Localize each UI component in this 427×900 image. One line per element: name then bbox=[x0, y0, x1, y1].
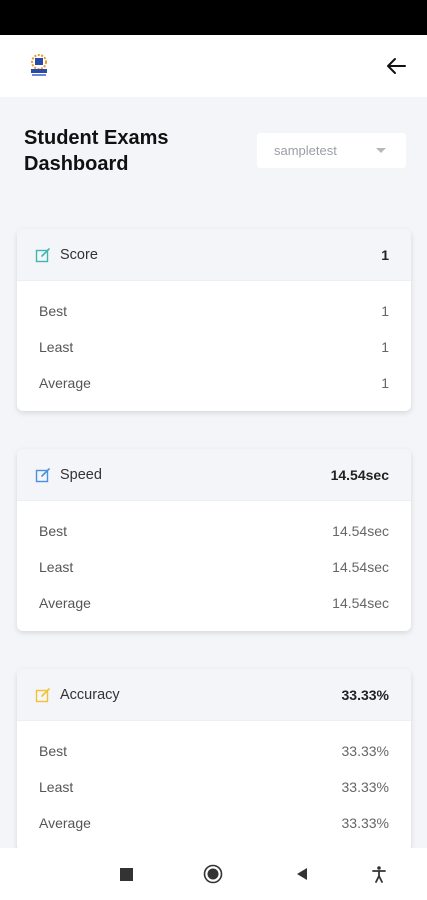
back-triangle-icon bbox=[297, 868, 307, 880]
stat-value: 1 bbox=[381, 339, 389, 355]
speed-card: Speed 14.54sec Best 14.54sec Least 14.54… bbox=[17, 449, 411, 631]
stat-value: 14.54sec bbox=[332, 559, 389, 575]
accessibility-icon bbox=[372, 866, 386, 883]
stat-row-average: Average 14.54sec bbox=[39, 585, 389, 621]
card-title: Accuracy bbox=[60, 686, 120, 703]
edit-icon bbox=[35, 247, 51, 263]
card-total: 14.54sec bbox=[330, 466, 389, 483]
stat-label: Best bbox=[39, 743, 68, 759]
score-card: Score 1 Best 1 Least 1 Average 1 bbox=[17, 229, 411, 411]
circle-icon bbox=[203, 864, 223, 884]
title-row: Student Exams Dashboard sampletest bbox=[24, 125, 406, 177]
card-header: Accuracy 33.33% bbox=[17, 669, 411, 721]
edit-icon bbox=[35, 467, 51, 483]
stat-value: 1 bbox=[381, 303, 389, 319]
card-total: 33.33% bbox=[341, 686, 389, 703]
stat-label: Average bbox=[39, 375, 91, 391]
card-header: Score 1 bbox=[17, 229, 411, 281]
stat-value: 33.33% bbox=[341, 815, 389, 831]
stat-label: Least bbox=[39, 779, 74, 795]
stat-value: 14.54sec bbox=[332, 595, 389, 611]
chevron-down-icon bbox=[376, 148, 386, 153]
stat-row-least: Least 33.33% bbox=[39, 769, 389, 805]
stat-row-best: Best 1 bbox=[39, 293, 389, 329]
card-header: Speed 14.54sec bbox=[17, 449, 411, 501]
status-bar bbox=[0, 0, 427, 35]
stat-row-average: Average 33.33% bbox=[39, 805, 389, 841]
stat-row-best: Best 33.33% bbox=[39, 733, 389, 769]
school-logo bbox=[24, 51, 54, 81]
arrow-left-icon bbox=[387, 58, 406, 74]
back-nav-button[interactable] bbox=[292, 864, 312, 884]
stat-label: Best bbox=[39, 303, 68, 319]
edit-icon bbox=[35, 687, 51, 703]
square-icon bbox=[119, 867, 133, 881]
stat-label: Least bbox=[39, 559, 74, 575]
card-title: Speed bbox=[60, 466, 102, 483]
app-header bbox=[0, 35, 427, 97]
stat-row-best: Best 14.54sec bbox=[39, 513, 389, 549]
back-arrow-button[interactable] bbox=[383, 53, 409, 79]
accessibility-button[interactable] bbox=[368, 863, 390, 885]
stat-row-least: Least 14.54sec bbox=[39, 549, 389, 585]
stat-label: Average bbox=[39, 815, 91, 831]
page-title: Student Exams Dashboard bbox=[24, 127, 169, 175]
stat-value: 14.54sec bbox=[332, 523, 389, 539]
stat-row-average: Average 1 bbox=[39, 365, 389, 401]
recents-button[interactable] bbox=[116, 864, 136, 884]
stat-value: 1 bbox=[381, 375, 389, 391]
stat-row-least: Least 1 bbox=[39, 329, 389, 365]
card-total: 1 bbox=[381, 246, 389, 263]
home-button[interactable] bbox=[202, 863, 224, 885]
accuracy-card: Accuracy 33.33% Best 33.33% Least 33.33%… bbox=[17, 669, 411, 851]
stat-label: Least bbox=[39, 339, 74, 355]
exam-select-value: sampletest bbox=[274, 143, 337, 158]
stat-value: 33.33% bbox=[341, 779, 389, 795]
card-title: Score bbox=[60, 246, 98, 263]
stat-label: Best bbox=[39, 523, 68, 539]
exam-select-dropdown[interactable]: sampletest bbox=[257, 133, 406, 168]
stat-value: 33.33% bbox=[341, 743, 389, 759]
system-navigation-bar bbox=[0, 848, 427, 900]
stat-label: Average bbox=[39, 595, 91, 611]
